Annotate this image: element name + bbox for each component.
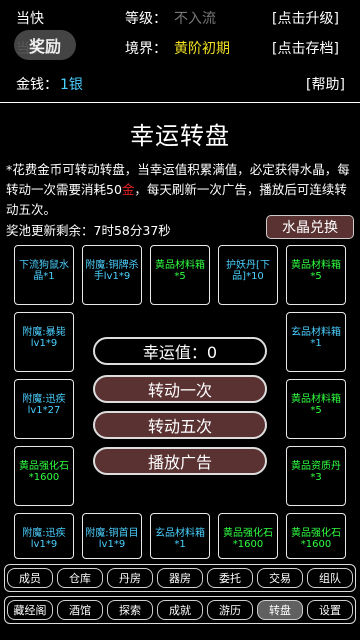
play-ad-button[interactable]: 播放广告 [93, 447, 267, 475]
help-button[interactable]: [帮助] [306, 74, 345, 94]
wheel-cell: 玄品材料箱*1 [150, 513, 210, 559]
wheel-cell: 护妖丹[下品]*10 [218, 245, 278, 305]
crystal-exchange-button[interactable]: 水晶兑换 [266, 215, 354, 239]
wheel-cell: 附魔:铜首目lv1*9 [82, 513, 142, 559]
nav-team[interactable]: 组队 [307, 568, 353, 588]
nav-travel[interactable]: 游历 [207, 600, 253, 620]
nav-tavern[interactable]: 酒馆 [57, 600, 103, 620]
wheel-cell: 附魔:迅疾lv1*9 [14, 513, 74, 559]
wheel-cell: 附魔:迅疾lv1*27 [14, 379, 74, 439]
nav-library[interactable]: 藏经阁 [7, 600, 53, 620]
realm-label: 境界： [125, 41, 167, 57]
wheel-cell: 黄品材料箱*5 [286, 379, 346, 439]
nav-commission[interactable]: 委托 [207, 568, 253, 588]
description-currency: 金 [121, 182, 135, 197]
wheel-cell: 黄品材料箱*5 [150, 245, 210, 305]
timer-label: 奖池更新剩余： [6, 223, 94, 238]
spin-once-button[interactable]: 转动一次 [93, 375, 267, 403]
wheel-cell: 黄品材料箱*5 [286, 245, 346, 305]
wheel-cell: 黄品强化石*1600 [14, 446, 74, 506]
wheel-cell: 黄品资质丹*3 [286, 446, 346, 506]
description: *花费金币可转动转盘，当幸运值积累满值，必定获得水晶，每转动一次需要消耗50金，… [6, 160, 354, 220]
nav-wheel[interactable]: 转盘 [257, 600, 303, 620]
nav-row-2: 藏经阁 酒馆 探索 成就 游历 转盘 设置 [4, 596, 356, 624]
money-value: 1银 [60, 77, 83, 93]
timer-value: 7时58分37秒 [93, 223, 171, 238]
luck-value: 幸运值：0 [93, 337, 267, 365]
nav-achievements[interactable]: 成就 [157, 600, 203, 620]
nav-row-1: 成员 仓库 丹房 器房 委托 交易 组队 [4, 564, 356, 592]
nav-explore[interactable]: 探索 [107, 600, 153, 620]
header-divider [0, 102, 360, 103]
page-title: 幸运转盘 [130, 122, 230, 150]
realm-value: 黄阶初期 [174, 41, 230, 57]
nav-settings[interactable]: 设置 [307, 600, 353, 620]
wheel-cell: 附魔:铜牌杀手lv1*9 [82, 245, 142, 305]
nav-forge[interactable]: 器房 [157, 568, 203, 588]
wheel-cell: 下流狗鼠水晶*1 [14, 245, 74, 305]
nav-trade[interactable]: 交易 [257, 568, 303, 588]
level-label: 等级： [125, 11, 167, 27]
upgrade-button[interactable]: [点击升级] [272, 8, 339, 28]
nav-members[interactable]: 成员 [7, 568, 53, 588]
nav-alchemy[interactable]: 丹房 [107, 568, 153, 588]
money-label: 金钱： [16, 77, 58, 93]
reward-badge[interactable]: 奖励 [14, 30, 76, 60]
wheel-cell: 玄品材料箱*1 [286, 312, 346, 372]
wheel-cell: 黄品强化石*1600 [218, 513, 278, 559]
player-name: 当快 [16, 11, 44, 27]
spin-five-button[interactable]: 转动五次 [93, 411, 267, 439]
nav-warehouse[interactable]: 仓库 [57, 568, 103, 588]
pool-timer: 奖池更新剩余：7时58分37秒 [6, 220, 171, 239]
wheel-cell: 黄品强化石*1600 [286, 513, 346, 559]
wheel-cell: 附魔:暴毙lv1*9 [14, 312, 74, 372]
level-value: 不入流 [174, 11, 216, 27]
save-button[interactable]: [点击存档] [272, 38, 339, 58]
